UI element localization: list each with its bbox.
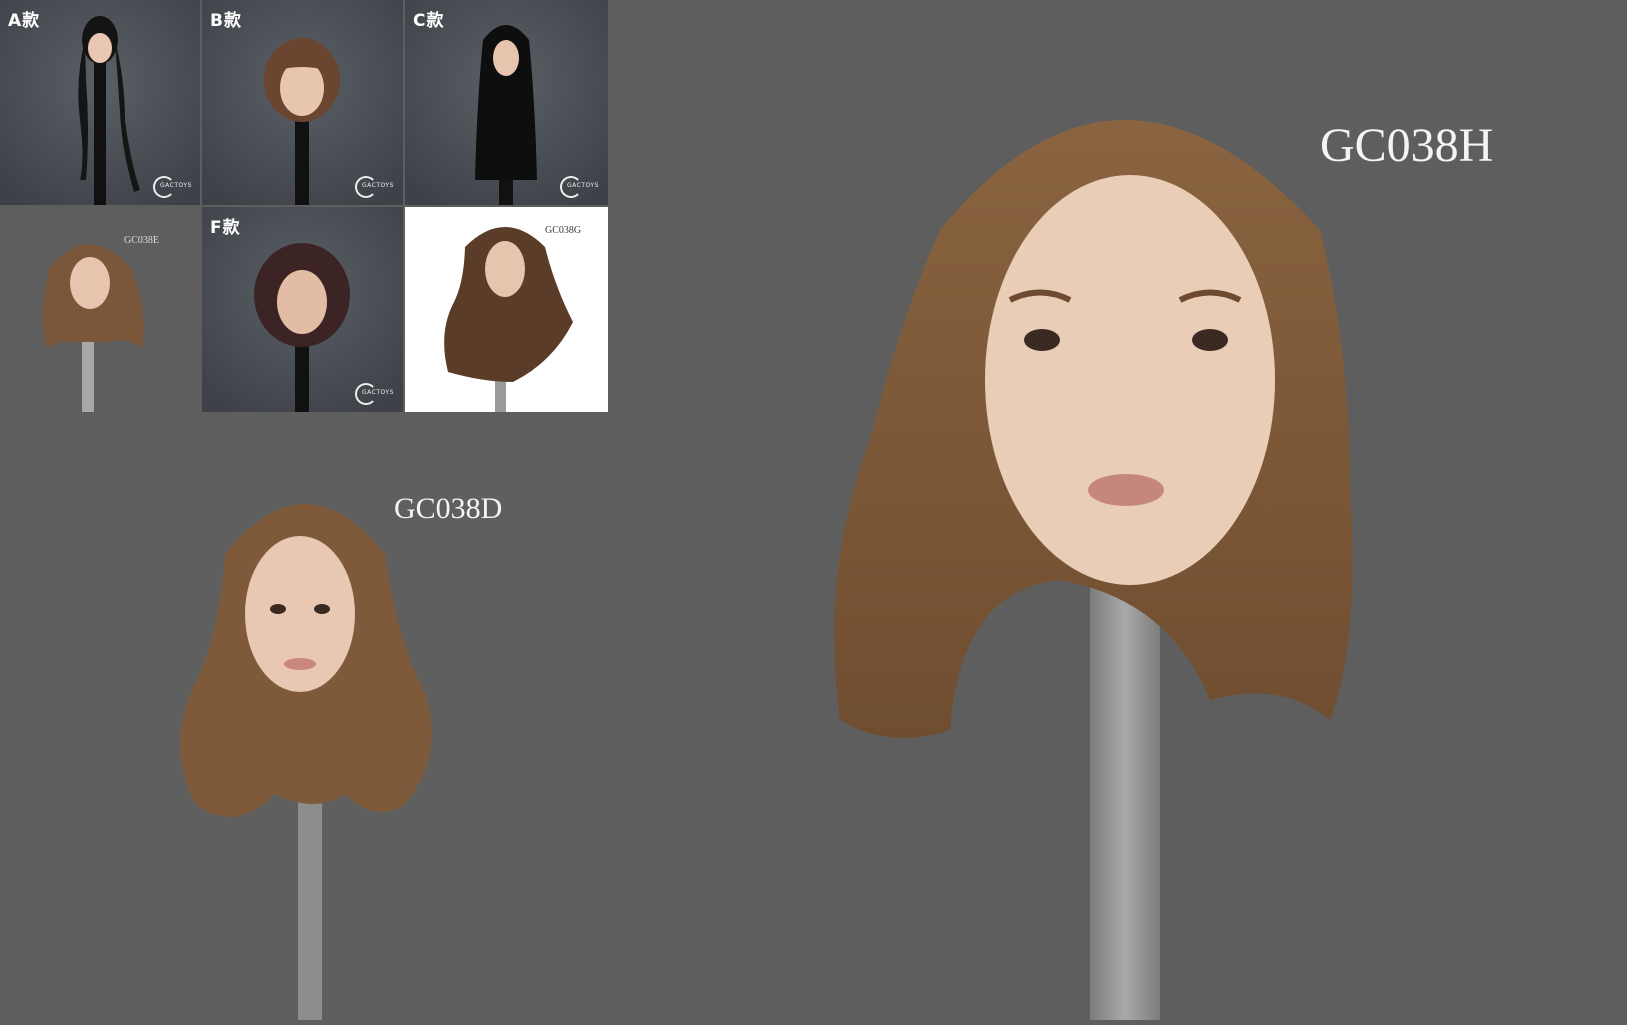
panel-code-d: GC038D [394, 492, 503, 525]
tile-g[interactable]: GC038G [405, 207, 608, 412]
tile-e[interactable]: GC038E [0, 207, 200, 412]
tile-a[interactable]: A款 GACTOYS [0, 0, 200, 205]
panel-gc038h[interactable]: GC038H [610, 0, 1627, 1020]
panel-gc038d[interactable]: GC038D [0, 414, 608, 1020]
logo-text: GACTOYS [567, 182, 599, 189]
tile-b[interactable]: B款 GACTOYS [202, 0, 403, 205]
logo-text: GACTOYS [362, 389, 394, 396]
logo-text: GACTOYS [362, 182, 394, 189]
tile-label-f: F款 [210, 218, 241, 238]
head-wavy-image [0, 207, 200, 412]
tile-label-c: C款 [413, 11, 445, 31]
tile-f[interactable]: F款 GACTOYS [202, 207, 403, 412]
tile-label-a: A款 [8, 11, 41, 31]
head-gc038d-image [0, 414, 608, 1020]
logo-text: GACTOYS [160, 182, 192, 189]
tile-label-b: B款 [210, 11, 242, 31]
tile-c[interactable]: C款 GACTOYS [405, 0, 608, 205]
tile-code-e: GC038E [124, 235, 159, 246]
tile-code-g: GC038G [545, 225, 582, 236]
panel-code-h: GC038H [1320, 119, 1494, 172]
head-long-wavy-image [405, 207, 608, 412]
